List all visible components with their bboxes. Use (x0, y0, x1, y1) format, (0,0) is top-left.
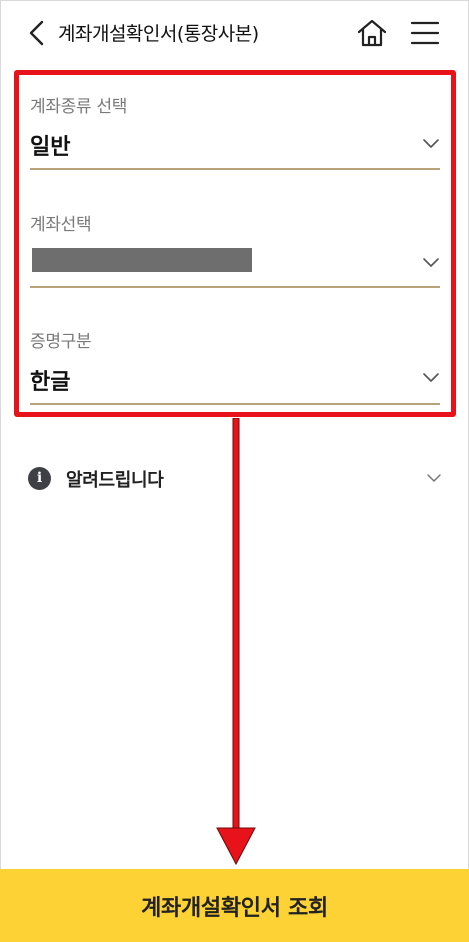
account-select[interactable]: 계좌선택 (30, 206, 440, 290)
chevron-down-icon (427, 474, 441, 482)
notice-label: 알려드립니다 (66, 470, 164, 491)
back-button[interactable] (26, 18, 48, 48)
chevron-down-icon (423, 373, 439, 382)
lookup-button[interactable]: 계좌개설확인서 조회 (0, 869, 469, 942)
account-type-label: 계좌종류 선택 (30, 97, 128, 117)
app-header: 계좌개설확인서(통장사본) (0, 0, 469, 66)
field-underline (30, 286, 440, 288)
page-title: 계좌개설확인서(통장사본) (58, 23, 259, 45)
certificate-type-value: 한글 (30, 370, 71, 395)
notice-accordion[interactable]: i 알려드립니다 (28, 462, 442, 496)
hamburger-menu-icon (410, 21, 440, 45)
chevron-down-icon (423, 139, 439, 148)
info-icon: i (28, 467, 51, 490)
masked-account-number (32, 248, 252, 272)
menu-button[interactable] (410, 20, 440, 46)
field-underline (30, 403, 440, 405)
chevron-down-icon (423, 258, 439, 267)
home-button[interactable] (356, 18, 388, 48)
home-icon (357, 19, 387, 47)
certificate-type-label: 증명구분 (30, 332, 92, 352)
account-select-label: 계좌선택 (30, 215, 92, 235)
account-form: 계좌종류 선택 일반 계좌선택 증명구분 한글 (14, 70, 456, 417)
account-type-select[interactable]: 계좌종류 선택 일반 (30, 88, 440, 172)
account-type-value: 일반 (30, 135, 71, 160)
certificate-type-select[interactable]: 증명구분 한글 (30, 323, 440, 407)
chevron-left-icon (29, 20, 44, 46)
field-underline (30, 168, 440, 170)
